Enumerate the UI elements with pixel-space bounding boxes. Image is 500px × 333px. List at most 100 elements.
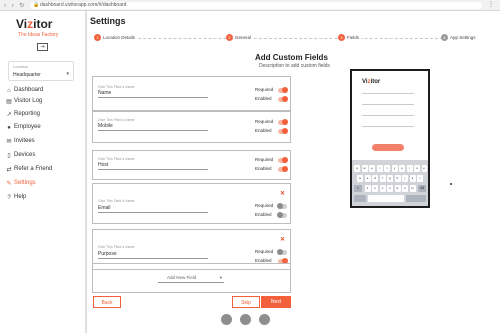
- phone-preview: Vizitor q w e r t y u i o p a s d f g h …: [350, 69, 430, 208]
- sidebar-item-help[interactable]: ? Help: [0, 192, 86, 204]
- section-heading: Add Custom Fields: [255, 53, 328, 62]
- skip-button[interactable]: Skip: [232, 296, 260, 308]
- field-name-label: Give This Field a Name: [98, 85, 135, 89]
- field-name-label: Give This Field a Name: [98, 157, 135, 161]
- sidebar-item-visitor-log[interactable]: ▤ Visitor Log: [0, 96, 86, 108]
- chevron-down-icon: ▾: [219, 275, 222, 280]
- next-button[interactable]: Next: [261, 296, 291, 308]
- enabled-toggle[interactable]: [278, 128, 288, 134]
- step-app-settings[interactable]: 4 App Settings: [441, 34, 478, 42]
- browser-menu-icon[interactable]: ⋮: [488, 1, 494, 8]
- preview-keyboard: q w e r t y u i o p a s d f g h j k l ⇧ …: [352, 160, 428, 206]
- delete-field-icon[interactable]: ✕: [280, 190, 285, 197]
- sidebar-item-refer-a-friend[interactable]: ⇄ Refer a Friend: [0, 164, 86, 176]
- required-label: Required: [255, 119, 274, 124]
- location-select[interactable]: Location Headquarter ▾: [8, 61, 74, 81]
- field-name-input[interactable]: Mobile: [98, 123, 113, 129]
- field-underline: [98, 169, 208, 170]
- page-dot[interactable]: [240, 314, 251, 325]
- field-name-input[interactable]: Host: [98, 162, 108, 168]
- home-icon: ⌂: [7, 88, 11, 94]
- field-underline: [98, 130, 208, 131]
- field-name-label: Give This Field a Name: [98, 118, 135, 122]
- field-name-input[interactable]: Purpose: [98, 251, 117, 257]
- sidebar-item-invitees[interactable]: ✉ Invitees: [0, 136, 86, 148]
- location-value: Headquarter: [13, 72, 41, 78]
- sidebar-item-settings[interactable]: ✎ Settings: [0, 178, 86, 190]
- enabled-toggle[interactable]: [277, 212, 287, 218]
- required-label: Required: [255, 157, 274, 162]
- custom-field-card: Give This Field a Name Mobile Required E…: [92, 111, 291, 143]
- main-content: Settings 1 Location Details 2 General 3 Fie…: [87, 11, 500, 333]
- enabled-toggle[interactable]: [278, 96, 288, 102]
- preview-field: [362, 126, 414, 127]
- required-toggle[interactable]: [277, 203, 287, 209]
- required-toggle[interactable]: [277, 249, 287, 255]
- enabled-label: Enabled: [255, 128, 272, 133]
- login-icon[interactable]: ⇥: [37, 43, 48, 51]
- page-title: Settings: [90, 16, 126, 26]
- browser-nav-icons[interactable]: ‹ › ↻: [4, 2, 26, 9]
- location-label: Location: [13, 64, 29, 69]
- book-icon: ▤: [6, 99, 12, 105]
- mail-icon: ✉: [6, 139, 12, 145]
- field-name-label: Give This Field a Name: [98, 199, 135, 203]
- chart-icon: ↗: [6, 112, 12, 118]
- preview-next-button: [372, 144, 404, 151]
- sidebar-item-employee[interactable]: ● Employee: [0, 122, 86, 134]
- person-icon: ●: [7, 125, 11, 131]
- page-dot[interactable]: [221, 314, 232, 325]
- address-bar[interactable]: 🔒 dashboard.vizitorapp.com/#/dashboard: [30, 2, 482, 9]
- custom-field-card: Give This Field a Name Name Required Ena…: [92, 76, 291, 111]
- field-underline: [98, 97, 208, 98]
- field-underline: [98, 212, 208, 213]
- required-label: Required: [255, 203, 274, 208]
- keyboard-row: [352, 195, 428, 202]
- field-underline: [98, 258, 208, 259]
- keyboard-row: a s d f g h j k l: [352, 175, 428, 182]
- preview-field: [362, 93, 414, 94]
- sidebar-item-reporting[interactable]: ↗ Reporting: [0, 109, 86, 121]
- field-name-label: Give This Field a Name: [98, 245, 135, 249]
- field-name-input[interactable]: Name: [98, 90, 111, 96]
- custom-field-card: ✕ Give This Field a Name Email Required …: [92, 183, 291, 224]
- stepper-line: [113, 38, 443, 39]
- setup-stepper: 1 Location Details 2 General 3 Fields 4 App …: [87, 32, 500, 44]
- add-new-field-select[interactable]: Add New Field ▾: [158, 275, 224, 283]
- step-fields[interactable]: 3 Fields: [338, 34, 362, 42]
- sidebar-item-devices[interactable]: ▯ Devices: [0, 150, 86, 162]
- delete-field-icon[interactable]: ✕: [280, 236, 285, 243]
- required-label: Required: [255, 87, 274, 92]
- keyboard-row: q w e r t y u i o p: [352, 165, 428, 172]
- app-tagline: The Ideas Factory: [18, 32, 59, 38]
- page-dot[interactable]: [259, 314, 270, 325]
- back-button[interactable]: Back: [93, 296, 121, 308]
- lock-icon: 🔒: [33, 2, 40, 8]
- help-icon: ?: [7, 195, 11, 201]
- app-logo: Vizitor: [16, 17, 53, 31]
- keyboard-row: ⇧ z x c v b n m ⌫: [352, 185, 428, 192]
- enabled-label: Enabled: [255, 212, 272, 217]
- step-general[interactable]: 2 General: [226, 34, 254, 42]
- tablet-icon: ▯: [7, 153, 11, 159]
- chevron-down-icon: ▾: [66, 71, 69, 77]
- required-toggle[interactable]: [278, 87, 288, 93]
- section-description: Description to add custom fields: [259, 63, 330, 69]
- field-name-input[interactable]: Email: [98, 205, 111, 211]
- custom-field-card: Give This Field a Name Host Required Ena…: [92, 150, 291, 180]
- preview-field: [362, 115, 414, 116]
- enabled-label: Enabled: [255, 166, 272, 171]
- enabled-toggle[interactable]: [278, 166, 288, 172]
- required-toggle[interactable]: [278, 119, 288, 125]
- required-toggle[interactable]: [278, 157, 288, 163]
- add-field-card: Add New Field ▾: [92, 263, 291, 293]
- step-location-details[interactable]: 1 Location Details: [94, 34, 138, 42]
- mouse-cursor: [450, 183, 452, 185]
- settings-icon: ✎: [6, 181, 12, 187]
- share-icon: ⇄: [6, 167, 12, 173]
- url-text: dashboard.vizitorapp.com/#/dashboard: [40, 2, 127, 8]
- preview-field: [362, 104, 414, 105]
- add-new-field-label: Add New Field: [167, 275, 197, 280]
- browser-toolbar: ‹ › ↻ 🔒 dashboard.vizitorapp.com/#/dashb…: [0, 0, 500, 11]
- required-label: Required: [255, 249, 274, 254]
